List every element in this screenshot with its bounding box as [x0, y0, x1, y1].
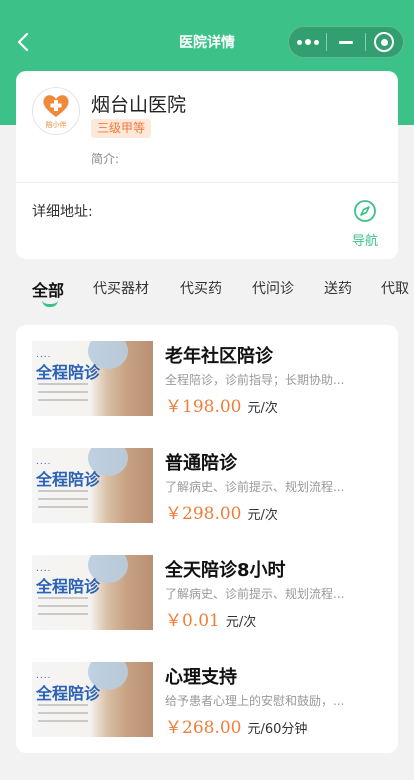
active-tab-indicator	[42, 300, 58, 307]
address-label: 详细地址:	[32, 204, 93, 220]
service-description: 了解病史、诊前提示、规划流程...	[165, 587, 345, 601]
service-price: ￥268.00 元/60分钟	[165, 718, 308, 738]
logo-text: 陪小伴	[45, 120, 67, 129]
service-thumbnail: .... 全程陪诊	[32, 341, 153, 416]
hospital-name: 烟台山医院	[91, 94, 187, 116]
tab-deliver-medicine[interactable]: 送药	[324, 278, 352, 298]
hospital-info-card: 陪小伴 烟台山医院 三级甲等 简介: 详细地址: 导航	[16, 71, 398, 259]
tab-consultation[interactable]: 代问诊	[252, 278, 294, 298]
list-item[interactable]: .... 全程陪诊 普通陪诊 了解病史、诊前提示、规划流程... ￥298.00…	[32, 448, 386, 528]
service-list: .... 全程陪诊 老年社区陪诊 全程陪诊，诊前指导；长期协助... ￥198.…	[16, 325, 398, 753]
tab-buy-medicine[interactable]: 代买药	[180, 278, 222, 298]
intro-label: 简介:	[91, 152, 120, 166]
category-tabs: 全部 代买器材 代买药 代问诊 送药 代取	[0, 270, 414, 310]
tab-pickup[interactable]: 代取	[381, 278, 409, 298]
price-unit: 元/次	[247, 508, 278, 523]
navigation-bar: 医院详情	[0, 22, 414, 62]
tab-all[interactable]: 全部	[32, 277, 64, 301]
hospital-level-badge: 三级甲等	[91, 119, 152, 138]
list-item[interactable]: .... 全程陪诊 心理支持 给予患者心理上的安慰和鼓励，... ￥268.00…	[32, 662, 386, 742]
hospital-logo: 陪小伴	[32, 87, 80, 135]
close-button[interactable]	[366, 27, 403, 57]
list-item[interactable]: .... 全程陪诊 老年社区陪诊 全程陪诊，诊前指导；长期协助... ￥198.…	[32, 341, 386, 421]
service-description: 给予患者心理上的安慰和鼓励，...	[165, 694, 345, 708]
target-circle-icon	[374, 32, 395, 52]
service-thumbnail: .... 全程陪诊	[32, 555, 153, 630]
list-item[interactable]: .... 全程陪诊 全天陪诊8小时 了解病史、诊前提示、规划流程... ￥0.0…	[32, 555, 386, 635]
service-price: ￥0.01 元/次	[165, 611, 257, 631]
service-thumbnail: .... 全程陪诊	[32, 448, 153, 523]
compass-icon	[354, 200, 376, 222]
price-unit: 元/次	[247, 401, 278, 416]
service-thumbnail: .... 全程陪诊	[32, 662, 153, 737]
service-title: 老年社区陪诊	[165, 346, 273, 367]
mini-program-capsule	[288, 26, 404, 58]
tab-buy-equipment[interactable]: 代买器材	[93, 278, 149, 298]
minus-icon	[338, 40, 353, 44]
service-description: 了解病史、诊前提示、规划流程...	[165, 480, 345, 494]
price-unit: 元/次	[225, 615, 257, 630]
service-description: 全程陪诊，诊前指导；长期协助...	[165, 373, 345, 387]
more-dots-icon	[296, 39, 319, 45]
navigate-label: 导航	[351, 234, 378, 249]
heart-cross-icon	[43, 94, 69, 117]
more-button[interactable]	[289, 27, 326, 57]
service-price: ￥198.00 元/次	[165, 397, 278, 417]
service-price: ￥298.00 元/次	[165, 504, 278, 524]
navigate-button[interactable]: 导航	[348, 199, 382, 249]
service-title: 心理支持	[165, 667, 237, 688]
service-title: 全天陪诊8小时	[165, 560, 286, 581]
minimize-button[interactable]	[327, 27, 364, 57]
price-unit: 元/60分钟	[247, 722, 308, 737]
divider	[16, 182, 398, 183]
service-title: 普通陪诊	[165, 453, 237, 474]
